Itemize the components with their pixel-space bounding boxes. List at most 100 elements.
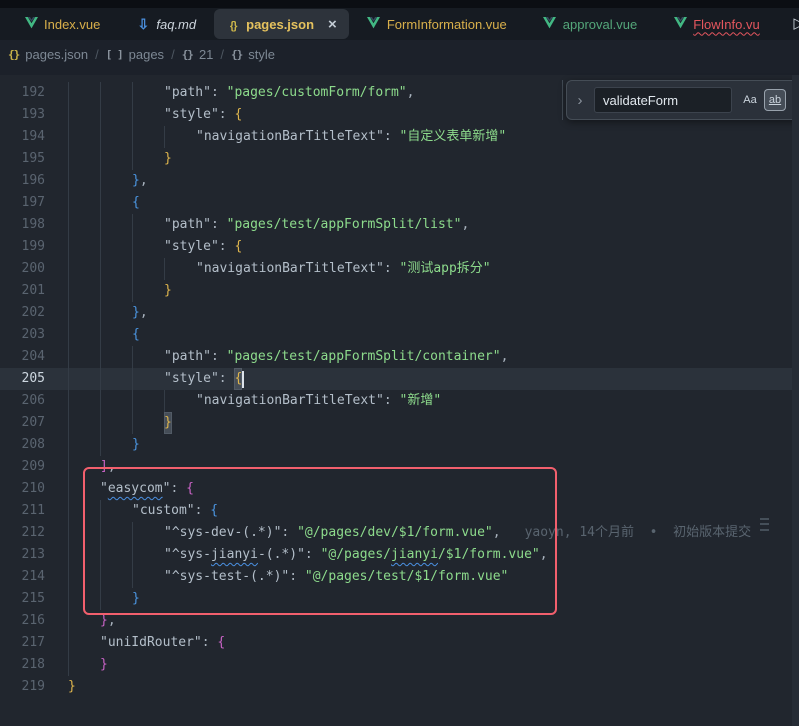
code-token: "^sys-test-(.*)" [164,566,289,588]
code-content: "custom": { [45,500,799,522]
indent-guide [68,456,100,478]
code-line-217[interactable]: 217"uniIdRouter": { [0,632,799,654]
vue-icon [543,17,557,32]
vue-icon [367,17,381,32]
code-token: , [493,522,501,544]
indent-guide [100,324,132,346]
code-line-202[interactable]: 202}, [0,302,799,324]
breadcrumb-item-pages[interactable]: [ ]pages [106,47,164,62]
code-content: "navigationBarTitleText": "新增" [45,390,799,412]
line-number: 199 [0,236,45,258]
code-line-194[interactable]: 194"navigationBarTitleText": "自定义表单新增" [0,126,799,148]
code-line-208[interactable]: 208} [0,434,799,456]
code-content: } [45,148,799,170]
indent-guide [132,82,164,104]
indent-guide [100,368,132,390]
indent-guide [100,214,132,236]
code-line-197[interactable]: 197{ [0,192,799,214]
json-file-icon: {} [8,48,19,61]
find-widget-sash[interactable] [562,80,563,120]
code-line-195[interactable]: 195} [0,148,799,170]
json-icon: {} [226,17,240,32]
code-content: "path": "pages/test/appFormSplit/contain… [45,346,799,368]
match-case-button[interactable]: Aa [739,89,761,111]
code-token: , [140,170,148,192]
vscode-editor-window: Index.vue⇩faq.md{}pages.json×FormInforma… [0,0,799,726]
code-line-206[interactable]: 206"navigationBarTitleText": "新增" [0,390,799,412]
indent-guide [68,434,100,456]
code-line-219[interactable]: 219} [0,676,799,698]
indent-guide [68,236,100,258]
code-line-214[interactable]: 214"^sys-test-(.*)": "@/pages/test/$1/fo… [0,566,799,588]
code-token: "path" [164,82,211,104]
whole-word-button[interactable]: ab [764,89,786,111]
code-token: : [384,126,400,148]
code-content: "path": "pages/test/appFormSplit/list", [45,214,799,236]
code-line-198[interactable]: 198"path": "pages/test/appFormSplit/list… [0,214,799,236]
code-content: "^sys-dev-(.*)": "@/pages/dev/$1/form.vu… [45,522,799,544]
code-token: , [501,346,509,368]
code-line-215[interactable]: 215} [0,588,799,610]
indent-guide [68,192,100,214]
code-content: "navigationBarTitleText": "自定义表单新增" [45,126,799,148]
tab-approval-vue[interactable]: approval.vue [525,9,655,39]
code-token: "@/pages/test/$1/form.vue" [305,566,509,588]
code-line-204[interactable]: 204"path": "pages/test/appFormSplit/cont… [0,346,799,368]
code-token: "navigationBarTitleText" [196,390,384,412]
code-token: { [132,324,140,346]
close-icon[interactable]: × [328,17,337,32]
line-number: 207 [0,412,45,434]
code-line-199[interactable]: 199"style": { [0,236,799,258]
indent-guide [68,500,100,522]
indent-guide [68,566,100,588]
indent-guide [100,126,132,148]
code-line-201[interactable]: 201} [0,280,799,302]
tab-label: FormInformation.vue [387,17,507,32]
tab-index-vue[interactable]: Index.vue [6,9,118,39]
indent-guide [100,412,132,434]
find-input[interactable] [594,87,732,113]
tab-pages-json[interactable]: {}pages.json× [214,9,349,39]
code-token: jianyi [211,544,258,566]
run-file-icon[interactable]: ▷ [793,14,799,32]
breadcrumb-item-21[interactable]: {}21 [182,47,214,62]
code-line-218[interactable]: 218} [0,654,799,676]
code-token: { [234,368,242,390]
line-number: 204 [0,346,45,368]
object-symbol-icon: {} [182,48,193,61]
indent-guide [164,258,196,280]
code-line-216[interactable]: 216}, [0,610,799,632]
code-token: "uniIdRouter" [100,632,202,654]
code-line-213[interactable]: 213"^sys-jianyi-(.*)": "@/pages/jianyi/$… [0,544,799,566]
code-line-209[interactable]: 209], [0,456,799,478]
code-line-205[interactable]: 205"style": { [0,368,799,390]
code-line-196[interactable]: 196}, [0,170,799,192]
breadcrumb-item-style[interactable]: {}style [231,47,275,62]
code-token: } [68,676,76,698]
code-line-210[interactable]: 210"easycom": { [0,478,799,500]
tab-faq-md[interactable]: ⇩faq.md [118,9,214,39]
tab-forminformation-vue[interactable]: FormInformation.vue [349,9,525,39]
overview-mark [760,529,769,531]
indent-guide [68,280,100,302]
toggle-replace-icon[interactable]: › [573,92,587,109]
code-content: "style": { [45,368,799,390]
code-line-207[interactable]: 207} [0,412,799,434]
code-line-211[interactable]: 211"custom": { [0,500,799,522]
find-widget: › Aaab.* [566,80,799,120]
code-content: "^sys-test-(.*)": "@/pages/test/$1/form.… [45,566,799,588]
code-line-200[interactable]: 200"navigationBarTitleText": "测试app拆分" [0,258,799,280]
code-line-203[interactable]: 203{ [0,324,799,346]
code-token: jianyi [391,544,438,566]
line-number: 198 [0,214,45,236]
line-number: 219 [0,676,45,698]
code-line-212[interactable]: 212"^sys-dev-(.*)": "@/pages/dev/$1/form… [0,522,799,544]
tab-flowinfo-vu[interactable]: FlowInfo.vu [655,9,777,39]
indent-guide [132,566,164,588]
indent-guide [100,236,132,258]
code-editor[interactable]: 192"path": "pages/customForm/form",193"s… [0,75,799,726]
scrollbar[interactable] [792,75,799,726]
code-token: : [211,214,227,236]
breadcrumb-item-pages-json[interactable]: {}pages.json [8,47,88,62]
indent-guide [68,632,100,654]
